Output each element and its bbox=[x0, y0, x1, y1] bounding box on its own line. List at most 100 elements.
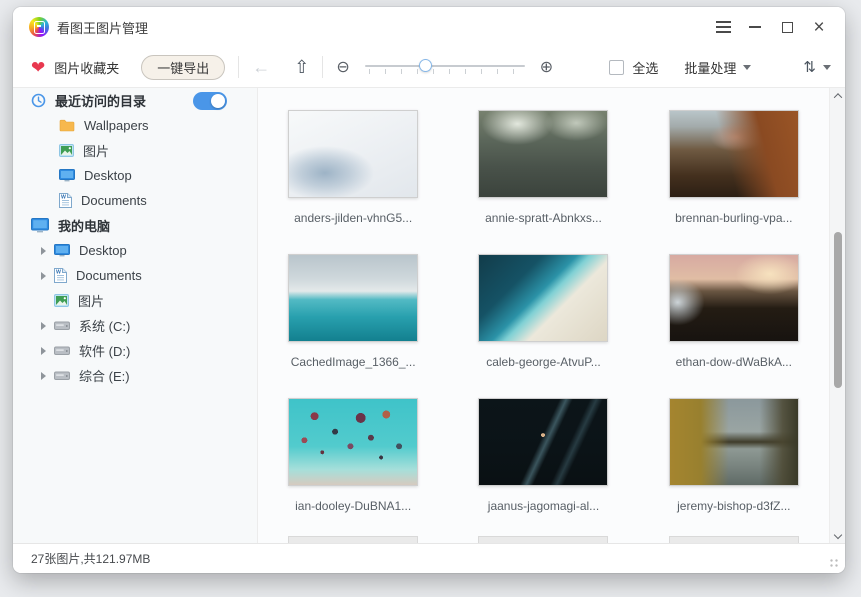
sidebar-item-drive-d[interactable]: 软件 (D:) bbox=[13, 338, 257, 363]
gallery-item[interactable]: caleb-george-AtvuP... bbox=[467, 254, 619, 398]
sidebar-item-label: Documents bbox=[81, 193, 147, 208]
chevron-down-icon bbox=[743, 65, 751, 70]
chevron-up-icon bbox=[834, 93, 842, 101]
thumbnail-image[interactable] bbox=[669, 536, 799, 543]
zoom-slider-track[interactable] bbox=[365, 65, 525, 67]
sidebar-item-label: Wallpapers bbox=[84, 118, 149, 133]
sort-button[interactable]: ⇅ bbox=[777, 58, 831, 76]
sidebar-computer-header[interactable]: 我的电脑 bbox=[13, 213, 257, 238]
thumbnail-image[interactable] bbox=[669, 110, 799, 198]
sidebar-item-label: 系统 (C:) bbox=[79, 316, 130, 335]
gallery-item[interactable]: jeremy-bishop-d3fZ... bbox=[658, 398, 810, 542]
gallery-panel: anders-jilden-vhnG5... annie-spratt-Abnk… bbox=[258, 88, 845, 543]
sidebar-item-label: 图片 bbox=[78, 291, 104, 310]
sidebar: 最近访问的目录 Wallpapers 图片 Desktop W Document… bbox=[13, 88, 258, 543]
scroll-down-button[interactable] bbox=[830, 528, 845, 542]
thumbnail-image[interactable] bbox=[478, 254, 608, 342]
select-all-checkbox[interactable] bbox=[609, 60, 624, 75]
gallery-item[interactable]: jaanus-jagomagi-al... bbox=[467, 398, 619, 542]
sidebar-item-desktop-recent[interactable]: Desktop bbox=[13, 163, 257, 188]
sidebar-item-pictures[interactable]: 图片 bbox=[13, 288, 257, 313]
sidebar-item-label: 图片 bbox=[83, 141, 109, 160]
chevron-down-icon bbox=[823, 65, 831, 70]
zoom-slider-ticks bbox=[369, 69, 525, 74]
document-icon: W bbox=[59, 193, 72, 208]
maximize-button[interactable] bbox=[771, 13, 803, 41]
zoom-out-icon[interactable]: ⊖ bbox=[336, 57, 349, 77]
thumbnail-filename: caleb-george-AtvuP... bbox=[467, 355, 619, 369]
sidebar-item-drive-e[interactable]: 综合 (E:) bbox=[13, 363, 257, 388]
expand-arrow-icon[interactable] bbox=[41, 247, 46, 255]
sidebar-computer-label: 我的电脑 bbox=[58, 216, 110, 235]
sidebar-recent-header[interactable]: 最近访问的目录 bbox=[13, 88, 257, 113]
thumbnail-image[interactable] bbox=[478, 536, 608, 543]
export-button[interactable]: 一键导出 bbox=[141, 55, 225, 80]
svg-text:W: W bbox=[61, 195, 66, 201]
status-bar: 27张图片,共121.97MB bbox=[13, 543, 845, 573]
sort-icon: ⇅ bbox=[803, 58, 816, 76]
gallery-item[interactable]: CachedImage_1366_... bbox=[277, 254, 429, 398]
partial-thumbnail-row bbox=[258, 536, 829, 543]
thumbnail-image[interactable] bbox=[478, 110, 608, 198]
window-title: 看图王图片管理 bbox=[57, 18, 148, 37]
picture-icon bbox=[59, 144, 74, 157]
zoom-in-icon[interactable]: ⊕ bbox=[540, 57, 553, 77]
select-all-label[interactable]: 全选 bbox=[632, 58, 658, 77]
sidebar-item-documents-recent[interactable]: W Documents bbox=[13, 188, 257, 213]
sidebar-recent-label: 最近访问的目录 bbox=[55, 91, 146, 110]
gallery-item[interactable]: ian-dooley-DuBNA1... bbox=[277, 398, 429, 542]
thumbnail-image[interactable] bbox=[669, 254, 799, 342]
up-level-icon[interactable]: ⇧ bbox=[294, 57, 309, 78]
thumbnail-filename: annie-spratt-Abnkxs... bbox=[467, 211, 619, 225]
thumbnail-grid: anders-jilden-vhnG5... annie-spratt-Abnk… bbox=[258, 88, 829, 543]
app-window: 看图王图片管理 × ❤ 图片收藏夹 一键导出 ← ⇧ ⊖ bbox=[13, 7, 845, 573]
document-icon: W bbox=[54, 268, 67, 283]
title-bar: 看图王图片管理 × bbox=[13, 7, 845, 47]
sidebar-item-documents[interactable]: W Documents bbox=[13, 263, 257, 288]
toolbar: ❤ 图片收藏夹 一键导出 ← ⇧ ⊖ ⊕ 全选 批量处理 ⇅ bbox=[13, 47, 845, 88]
thumbnail-filename: ethan-dow-dWaBkA... bbox=[658, 355, 810, 369]
expand-arrow-icon[interactable] bbox=[41, 372, 46, 380]
expand-arrow-icon[interactable] bbox=[41, 322, 46, 330]
close-button[interactable]: × bbox=[803, 13, 835, 41]
recent-toggle-switch[interactable] bbox=[193, 92, 227, 110]
zoom-slider[interactable] bbox=[365, 55, 525, 79]
thumbnail-image[interactable] bbox=[288, 398, 418, 486]
thumbnail-filename: anders-jilden-vhnG5... bbox=[277, 211, 429, 225]
gallery-item[interactable]: anders-jilden-vhnG5... bbox=[277, 110, 429, 254]
expand-arrow-icon[interactable] bbox=[41, 272, 46, 280]
sidebar-item-wallpapers[interactable]: Wallpapers bbox=[13, 113, 257, 138]
gallery-item[interactable]: ethan-dow-dWaBkA... bbox=[658, 254, 810, 398]
gallery-item[interactable]: brennan-burling-vpa... bbox=[658, 110, 810, 254]
batch-process-button[interactable]: 批量处理 bbox=[684, 58, 751, 77]
thumbnail-image[interactable] bbox=[288, 110, 418, 198]
close-icon: × bbox=[813, 18, 824, 37]
export-button-label: 一键导出 bbox=[157, 58, 209, 77]
expand-arrow-icon[interactable] bbox=[41, 347, 46, 355]
drive-icon bbox=[54, 370, 70, 381]
thumbnail-image[interactable] bbox=[288, 254, 418, 342]
sidebar-item-label: 综合 (E:) bbox=[79, 366, 130, 385]
thumbnail-image[interactable] bbox=[669, 398, 799, 486]
sidebar-item-label: Documents bbox=[76, 268, 142, 283]
sidebar-item-pictures-recent[interactable]: 图片 bbox=[13, 138, 257, 163]
thumbnail-image[interactable] bbox=[288, 536, 418, 543]
thumbnail-image[interactable] bbox=[478, 398, 608, 486]
monitor-icon bbox=[54, 244, 70, 257]
favorites-label[interactable]: 图片收藏夹 bbox=[54, 58, 119, 77]
toolbar-divider bbox=[322, 56, 323, 78]
resize-grip-icon[interactable] bbox=[828, 557, 840, 569]
gallery-item[interactable]: annie-spratt-Abnkxs... bbox=[467, 110, 619, 254]
back-icon[interactable]: ← bbox=[252, 57, 270, 78]
folder-icon bbox=[59, 119, 75, 132]
scroll-up-button[interactable] bbox=[830, 89, 845, 103]
sidebar-item-desktop[interactable]: Desktop bbox=[13, 238, 257, 263]
scrollbar-thumb[interactable] bbox=[834, 232, 842, 388]
window-controls: × bbox=[707, 13, 835, 41]
sidebar-item-drive-c[interactable]: 系统 (C:) bbox=[13, 313, 257, 338]
svg-text:W: W bbox=[56, 270, 61, 276]
vertical-scrollbar[interactable] bbox=[829, 88, 845, 543]
menu-button[interactable] bbox=[707, 13, 739, 41]
minimize-button[interactable] bbox=[739, 13, 771, 41]
heart-icon[interactable]: ❤ bbox=[31, 59, 45, 76]
